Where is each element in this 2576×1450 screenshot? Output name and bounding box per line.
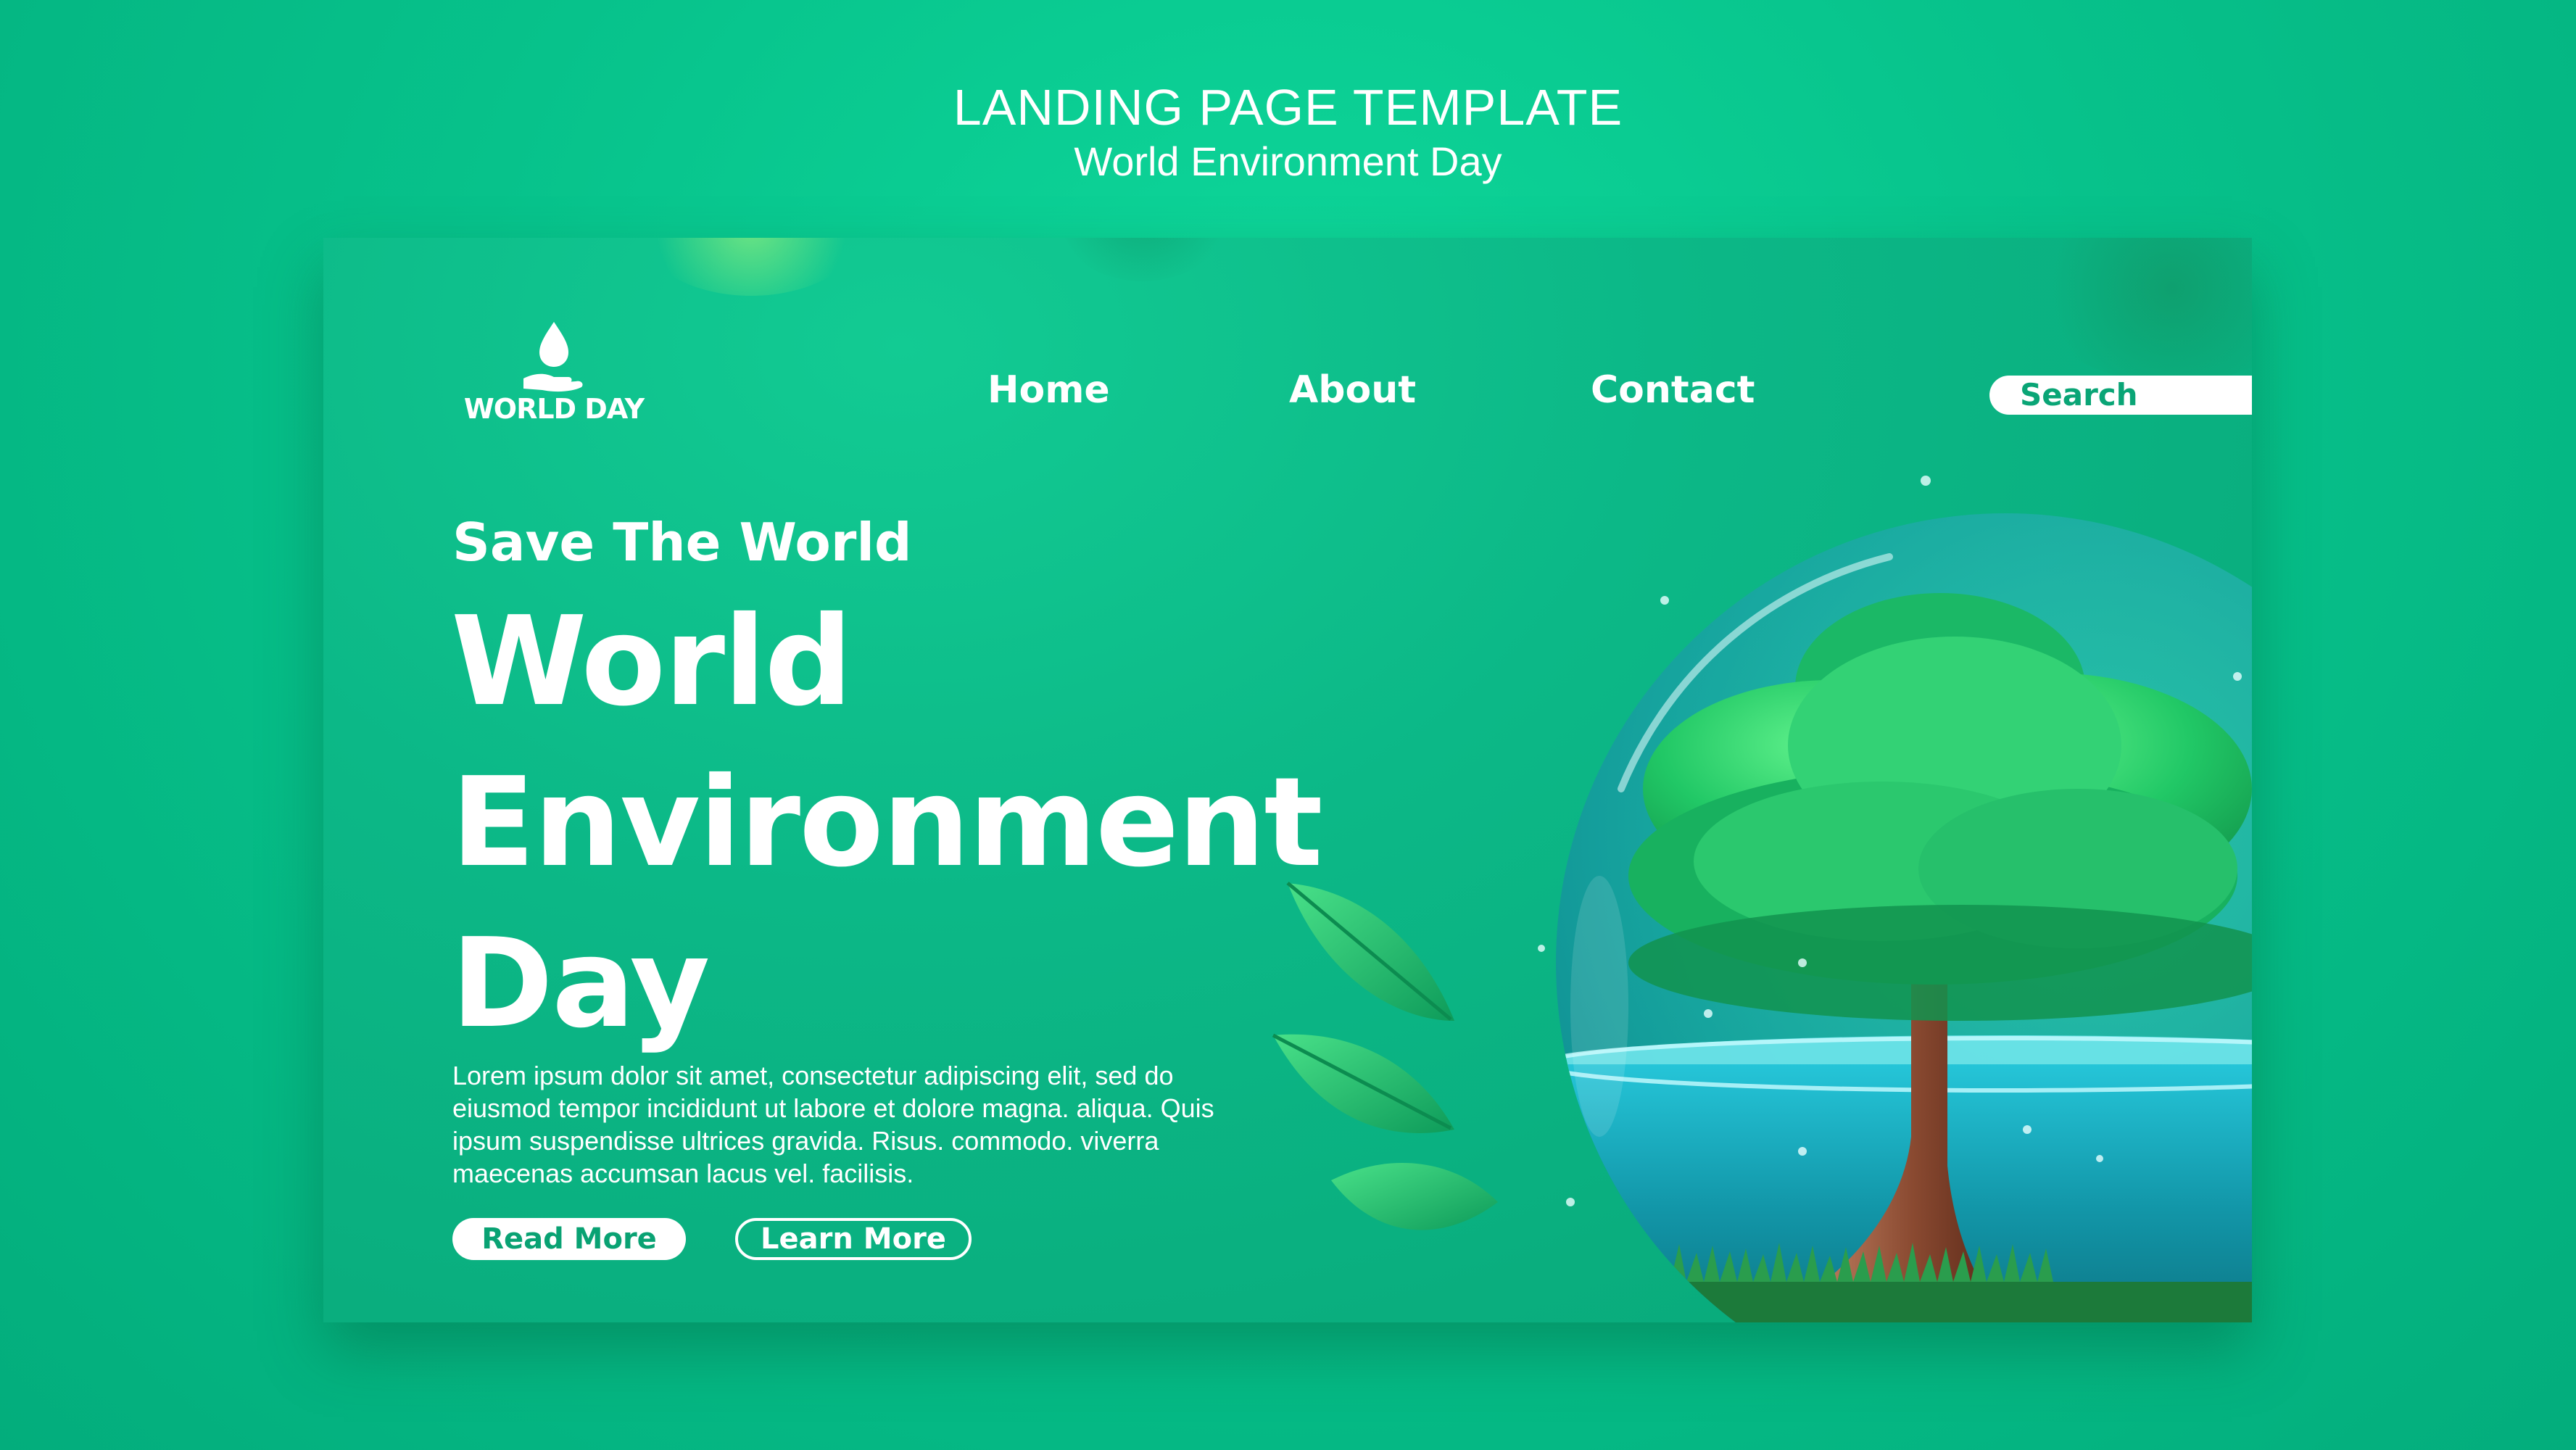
nav-home[interactable]: Home [987,368,1110,412]
hero-body-text: Lorem ipsum dolor sit amet, consectetur … [452,1061,1214,1188]
water-drop-hand-icon [523,322,583,392]
search-label: Search [2020,377,2138,413]
leaf-icon [1272,882,1498,1230]
hero-title-line-2: Environment [451,751,1323,895]
hero-title-line-1: World [451,590,853,734]
hero-title-line-3: Day [451,912,710,1056]
landing-card: WORLD DAY Home About Contact Search Save… [323,238,2252,1322]
search-input[interactable]: Search [1989,376,2252,415]
nav-about[interactable]: About [1289,368,1416,412]
hero-kicker: Save The World [452,512,912,573]
brand-logo[interactable]: WORLD DAY [452,318,655,426]
read-more-button[interactable]: Read More [452,1218,686,1260]
page-header-subtitle: World Environment Day [1074,138,1502,184]
globe-icon [1538,476,2252,1322]
page-header-title: LANDING PAGE TEMPLATE [953,79,1623,136]
logo-text: WORLD DAY [463,393,645,425]
learn-more-button[interactable]: Learn More [735,1218,972,1260]
nav-contact[interactable]: Contact [1591,368,1755,412]
